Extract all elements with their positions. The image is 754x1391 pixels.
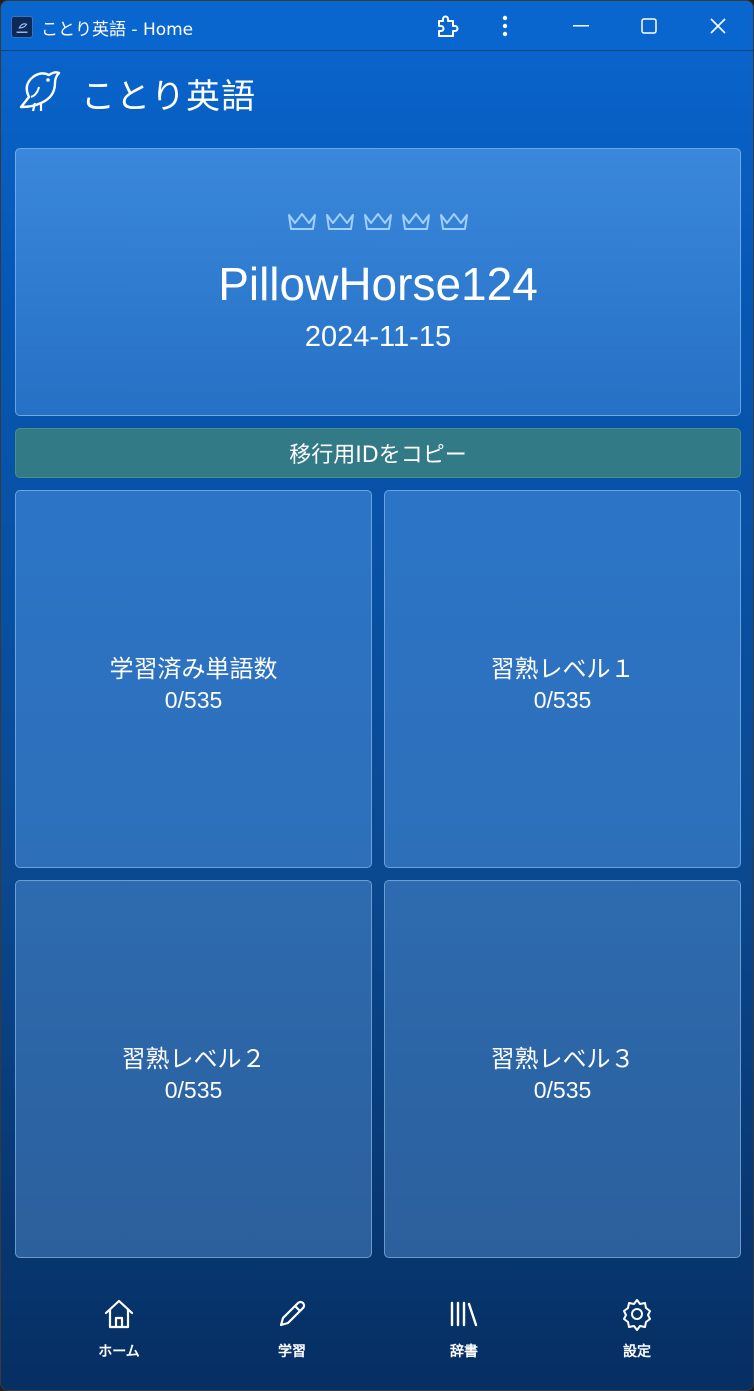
maximize-button[interactable] [619, 1, 679, 51]
nav-item-dictionary[interactable]: 辞書 [414, 1297, 514, 1367]
library-icon [447, 1297, 481, 1331]
crown-row [16, 211, 740, 233]
stat-tile-learned-words[interactable]: 学習済み単語数 0/535 [15, 490, 372, 868]
username: PillowHorse124 [218, 258, 538, 310]
profile-card: PillowHorse124 2024-11-15 [15, 148, 741, 416]
stat-label: 習熟レベル３ [490, 1045, 635, 1073]
app-title: ことり英語 [81, 77, 256, 117]
minimize-button[interactable] [551, 1, 611, 51]
stat-value: 0/535 [164, 1077, 223, 1103]
bird-logo-icon [15, 67, 65, 113]
stat-tile-mastery-level-1[interactable]: 習熟レベル１ 0/535 [384, 490, 741, 868]
copy-migration-id-button[interactable]: 移行用IDをコピー [15, 428, 741, 478]
app-icon [11, 16, 33, 38]
extensions-icon[interactable] [417, 1, 477, 51]
crown-icon [325, 211, 355, 233]
crown-icon [401, 211, 431, 233]
stat-label: 学習済み単語数 [109, 655, 278, 683]
home-icon [102, 1297, 136, 1331]
stat-value: 0/535 [164, 687, 223, 713]
nav-label: 辞書 [450, 1344, 478, 1360]
window-title: ことり英語 - Home [41, 20, 194, 40]
stat-label: 習熟レベル１ [490, 655, 635, 683]
nav-item-study[interactable]: 学習 [242, 1297, 342, 1367]
bottom-navigation: ホーム 学習 辞書 設定 [1, 1271, 753, 1390]
app-window: ことり英語 - Home ことり英語 PillowHorse124 2024-1… [0, 0, 754, 1391]
crown-icon [287, 211, 317, 233]
app-header: ことり英語 [1, 51, 753, 137]
nav-label: ホーム [98, 1344, 140, 1360]
close-button[interactable] [688, 1, 748, 51]
stat-value: 0/535 [533, 1077, 592, 1103]
stat-tile-mastery-level-3[interactable]: 習熟レベル３ 0/535 [384, 880, 741, 1258]
pencil-icon [275, 1297, 309, 1331]
stat-label: 習熟レベル２ [121, 1045, 266, 1073]
crown-icon [439, 211, 469, 233]
stat-value: 0/535 [533, 687, 592, 713]
nav-label: 学習 [278, 1344, 306, 1360]
gear-icon [620, 1297, 654, 1331]
nav-item-home[interactable]: ホーム [69, 1297, 169, 1367]
title-bar[interactable]: ことり英語 - Home [1, 1, 753, 51]
nav-item-settings[interactable]: 設定 [587, 1297, 687, 1367]
registration-date: 2024-11-15 [304, 321, 452, 353]
more-options-icon[interactable] [475, 1, 535, 51]
crown-icon [363, 211, 393, 233]
nav-label: 設定 [623, 1344, 651, 1360]
stat-tile-mastery-level-2[interactable]: 習熟レベル２ 0/535 [15, 880, 372, 1258]
